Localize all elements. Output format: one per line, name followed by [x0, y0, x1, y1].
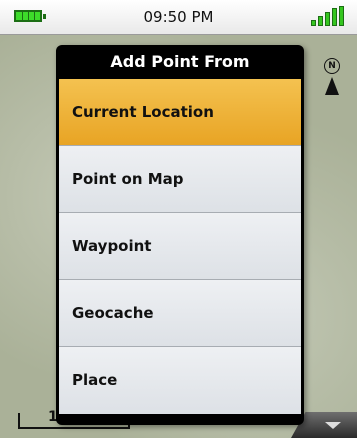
menu-item-geocache[interactable]: Geocache	[59, 280, 301, 347]
status-bar: 09:50 PM	[0, 0, 357, 35]
chevron-down-icon	[325, 422, 341, 429]
menu-title: Add Point From	[110, 52, 250, 71]
add-point-menu: Add Point From Current Location Point on…	[56, 45, 304, 425]
menu-item-waypoint[interactable]: Waypoint	[59, 213, 301, 280]
signal-bars-icon	[311, 6, 347, 26]
north-arrow-icon: N	[321, 58, 343, 102]
menu-list: Current Location Point on Map Waypoint G…	[59, 79, 301, 419]
north-label: N	[324, 58, 340, 74]
menu-item-point-on-map[interactable]: Point on Map	[59, 146, 301, 213]
status-clock: 09:50 PM	[143, 8, 214, 26]
menu-item-current-location[interactable]: Current Location	[59, 79, 301, 146]
menu-item-place[interactable]: Place	[59, 347, 301, 414]
device-screen: 09:50 PM N 1 Add Point From Current Loca…	[0, 0, 357, 438]
